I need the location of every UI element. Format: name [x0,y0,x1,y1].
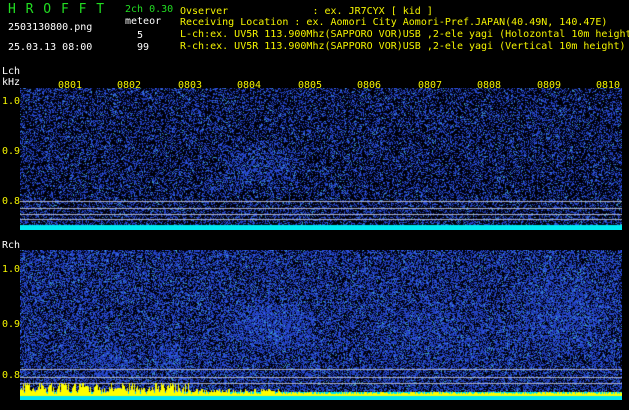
observer-line: Ovserver : ex. JR7CYX [ kid ] [180,6,433,17]
count-l: 5 [137,30,144,41]
app-title: H R O F F T [8,2,106,17]
lch-freq-tick-label: 0.8 [2,196,21,207]
mode-label: meteor [125,16,162,27]
lch-info-line: L-ch:ex. UV5R 113.900Mhz(SAPPORO VOR)USB… [180,29,629,40]
version-label: 2ch 0.30 [125,4,174,15]
rch-spectrogram [20,250,622,400]
rch-freq-tick-label: 0.8 [2,370,21,381]
location-line: Receiving Location : ex. Aomori City Aom… [180,17,608,28]
rch-info-line: R-ch:ex. UV5R 113.900Mhz(SAPPORO VOR)USB… [180,41,626,52]
lch-freq-tick-label: 0.9 [2,146,21,157]
lch-unit: kHz [2,77,21,88]
datetime-label: 25.03.13 08:00 [8,42,93,53]
lch-label: Lch [2,66,21,77]
filename-label: 2503130800.png [8,22,93,33]
lch-freq-tick-label: 1.0 [2,96,21,107]
rch-freq-tick-label: 0.9 [2,319,21,330]
lch-spectrogram [20,88,622,230]
count-r: 99 [137,42,150,53]
rch-freq-tick-label: 1.0 [2,264,21,275]
rch-label: Rch [2,240,21,251]
